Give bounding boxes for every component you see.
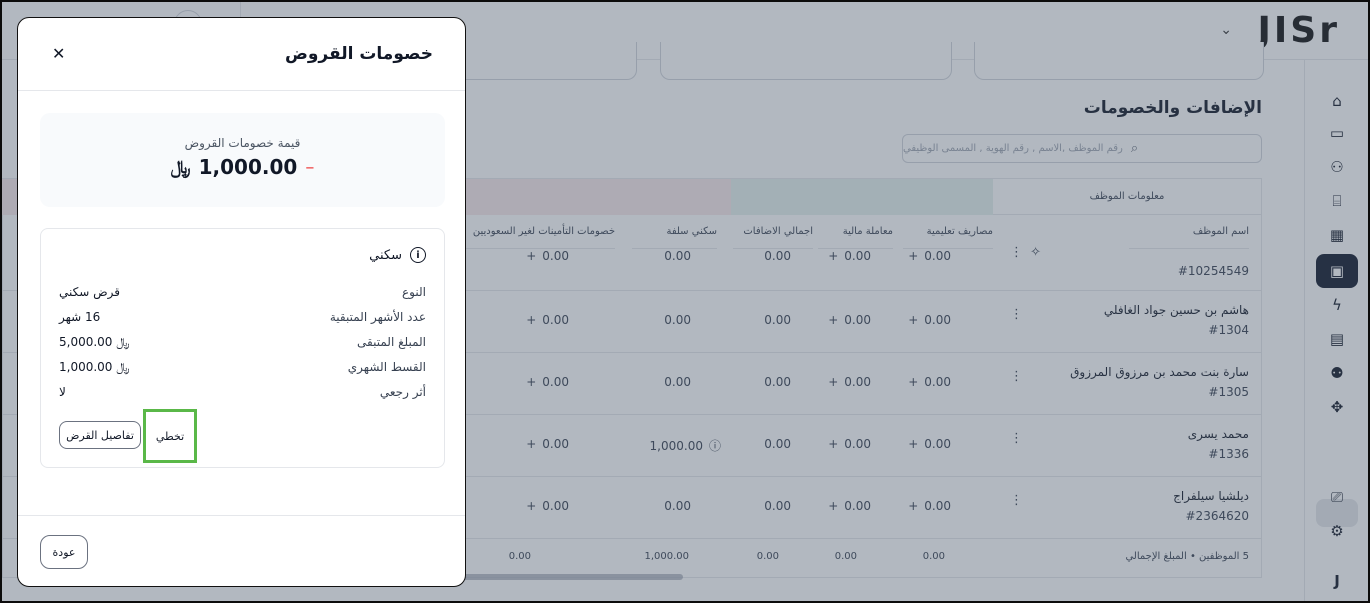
info-icon: i bbox=[410, 247, 426, 263]
summary-label: قيمة خصومات القروض bbox=[184, 136, 301, 150]
deductions-summary: قيمة خصومات القروض ﷼ 1,000.00 – bbox=[40, 113, 445, 207]
loan-card: i سكني النوع قرض سكني عدد الأشهر المتبقي… bbox=[40, 228, 445, 468]
modal-title: خصومات القروض bbox=[284, 44, 433, 64]
modal-header: خصومات القروض ✕ bbox=[18, 18, 465, 91]
loan-card-header: i سكني bbox=[369, 247, 426, 263]
field-label: عدد الأشهر المتبقية bbox=[329, 310, 426, 324]
field-value: ﷼ 1,000.00 bbox=[59, 360, 130, 375]
back-button[interactable]: عودة bbox=[40, 535, 88, 569]
riyal-icon: ﷼ bbox=[170, 156, 191, 178]
loan-field-type: النوع قرض سكني bbox=[59, 285, 426, 305]
riyal-icon: ﷼ bbox=[116, 360, 130, 374]
amount: 5,000.00 bbox=[59, 335, 113, 349]
field-label: القسط الشهري bbox=[347, 360, 426, 374]
loan-field-retroactive: أثر رجعي لا bbox=[59, 385, 426, 405]
loan-details-button[interactable]: تفاصيل القرض bbox=[59, 421, 141, 449]
screen: ⌄ JISr ⌂ ▭ ⚇ ⌸ ▦ ▣ ϟ ▤ ⚉ ✥ ⎚ ⚙ J الإضافا… bbox=[2, 2, 1368, 601]
field-value: لا bbox=[59, 385, 66, 399]
field-value: قرض سكني bbox=[59, 285, 120, 299]
modal-footer: عودة bbox=[18, 515, 465, 586]
riyal-icon: ﷼ bbox=[116, 335, 130, 349]
amount: 1,000.00 bbox=[59, 360, 113, 374]
loan-deductions-modal: خصومات القروض ✕ قيمة خصومات القروض ﷼ 1,0… bbox=[17, 17, 466, 587]
loan-title: سكني bbox=[369, 247, 402, 263]
summary-amount: 1,000.00 bbox=[198, 155, 298, 179]
loan-field-remaining-amount: المبلغ المتبقى ﷼ 5,000.00 bbox=[59, 335, 426, 355]
loan-field-monthly-installment: القسط الشهري ﷼ 1,000.00 bbox=[59, 360, 426, 380]
field-label: النوع bbox=[402, 285, 426, 299]
field-label: أثر رجعي bbox=[379, 385, 426, 399]
summary-value: ﷼ 1,000.00 – bbox=[40, 155, 445, 179]
field-value: ﷼ 5,000.00 bbox=[59, 335, 130, 350]
close-icon[interactable]: ✕ bbox=[52, 44, 65, 63]
field-label: المبلغ المتبقى bbox=[357, 335, 426, 349]
loan-field-remaining-months: عدد الأشهر المتبقية 16 شهر bbox=[59, 310, 426, 330]
field-value: 16 شهر bbox=[59, 310, 101, 324]
skip-button[interactable]: تخطي bbox=[143, 409, 197, 463]
minus-sign: – bbox=[305, 156, 315, 178]
